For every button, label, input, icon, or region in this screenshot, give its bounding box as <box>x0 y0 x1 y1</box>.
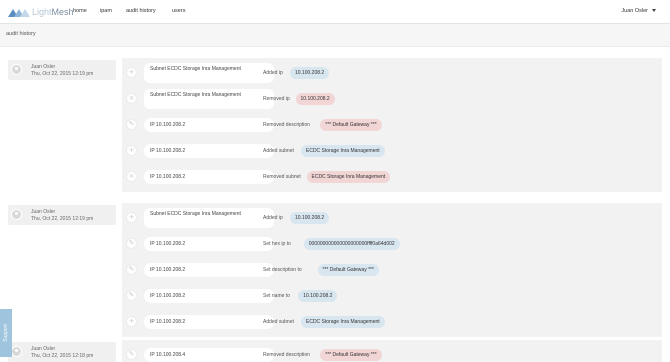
entry-value-badge: ECDC Storage Inra Management <box>301 145 385 157</box>
entry-action: Removed ip <box>263 96 290 102</box>
caret-down-icon <box>652 9 656 13</box>
audit-entry: × IP 10.100.208.2 Removed subnet ECDC Stora… <box>122 164 662 190</box>
user-name: Juan Osler <box>31 64 56 70</box>
user-card: Juan Osler Thu, Oct 22, 2015 12:19 pm <box>8 205 116 225</box>
user-menu[interactable]: Juan Osler <box>621 8 656 14</box>
avatar-icon <box>11 209 22 220</box>
audit-entry: ✎ IP 10.100.208.2 Set name to 10.100.208.2 <box>122 283 662 309</box>
pencil-icon: ✎ <box>126 264 137 275</box>
nav-users[interactable]: users <box>172 8 185 14</box>
timestamp: Thu, Oct 22, 2015 12:18 pm <box>31 353 94 359</box>
audit-entry: + Subnet ECDC Storage Inra Management Adde… <box>122 60 662 86</box>
audit-entry: + Subnet ECDC Storage Inra Management Adde… <box>122 205 662 231</box>
timestamp: Thu, Oct 22, 2015 12:19 pm <box>31 71 94 77</box>
entry-object[interactable]: IP 10.100.208.4 <box>144 348 274 362</box>
entry-object[interactable]: IP 10.100.208.2 <box>144 289 274 303</box>
timestamp: Thu, Oct 22, 2015 12:19 pm <box>31 216 94 222</box>
plus-icon: + <box>126 316 137 327</box>
audit-entry: ✎ IP 10.100.208.2 Set description to *** De… <box>122 257 662 283</box>
entry-object[interactable]: IP 10.100.208.2 <box>144 237 274 251</box>
audit-group: Juan Osler Thu, Oct 22, 2015 12:19 pm + Sub… <box>0 203 670 337</box>
entry-action: Set name to <box>263 293 290 299</box>
pencil-icon: ✎ <box>126 290 137 301</box>
entry-object[interactable]: IP 10.100.208.2 <box>144 263 274 277</box>
audit-entry: ✎ IP 10.100.208.2 Set hex ip to 00000000000… <box>122 231 662 257</box>
entry-value-badge: 10.100.208.2 <box>298 290 338 302</box>
user-card: Juan Osler Thu, Oct 22, 2015 12:18 pm <box>8 342 116 362</box>
entry-list: + Subnet ECDC Storage Inra Management Adde… <box>122 203 662 337</box>
entry-value-badge: 10.100.208.2 <box>290 212 330 224</box>
entry-action: Set hex ip to <box>263 241 291 247</box>
audit-entry: ✎ IP 10.100.208.4 Removed description *** D… <box>122 342 662 362</box>
entry-value-badge: ECDC Storage Inra Management <box>301 316 385 328</box>
entry-object[interactable]: Subnet ECDC Storage Inra Management <box>144 208 274 228</box>
audit-group: Juan Osler Thu, Oct 22, 2015 12:19 pm + Sub… <box>0 58 670 192</box>
user-name: Juan Osler <box>31 346 56 352</box>
support-label: Support <box>3 324 9 342</box>
entry-value-badge: 10.100.208.2 <box>290 67 330 79</box>
audit-entry: ✎ IP 10.100.208.2 Removed description *** D… <box>122 112 662 138</box>
user-name: Juan Osler <box>31 209 56 215</box>
entry-object[interactable]: IP 10.100.208.2 <box>144 144 274 158</box>
entry-object[interactable]: IP 10.100.208.2 <box>144 118 274 132</box>
entry-value-badge: 000000000000000000000ffff0a64d002 <box>303 238 400 250</box>
pencil-icon: ✎ <box>126 119 137 130</box>
plus-icon: + <box>126 67 137 78</box>
times-icon: × <box>126 93 137 104</box>
plus-icon: + <box>126 212 137 223</box>
entry-action: Removed description <box>263 352 310 358</box>
support-tab[interactable]: Support <box>0 309 12 357</box>
entry-action: Added subnet <box>263 319 294 325</box>
audit-group: Juan Osler Thu, Oct 22, 2015 12:18 pm ✎ IP … <box>0 340 670 362</box>
user-menu-name: Juan Osler <box>621 8 648 14</box>
audit-entry: + IP 10.100.208.2 Added subnet ECDC Storage… <box>122 138 662 164</box>
entry-object[interactable]: Subnet ECDC Storage Inra Management <box>144 89 274 109</box>
entry-action: Removed subnet <box>263 174 301 180</box>
avatar-icon <box>11 346 22 357</box>
entry-value-badge: *** Default Gateway *** <box>320 119 382 131</box>
entry-value-badge: *** Default Gateway *** <box>317 264 379 276</box>
plus-icon: + <box>126 145 137 156</box>
avatar-icon <box>11 64 22 75</box>
logo-mark-icon <box>8 9 30 17</box>
audit-entry: + IP 10.100.208.2 Added subnet ECDC Storage… <box>122 309 662 335</box>
nav-home[interactable]: home <box>73 8 87 14</box>
entry-list: + Subnet ECDC Storage Inra Management Adde… <box>122 58 662 192</box>
nav-audit-history[interactable]: audit history <box>126 8 156 14</box>
top-navbar: LightMesh home ipam audit history users … <box>0 0 670 24</box>
entry-value-badge: 10.100.208.2 <box>295 93 335 105</box>
logo-text: LightMesh <box>32 7 74 17</box>
entry-value-badge: ECDC Storage Inra Management <box>306 171 391 183</box>
entry-action: Added ip <box>263 215 283 221</box>
entry-action: Added ip <box>263 70 283 76</box>
entry-action: Removed description <box>263 122 310 128</box>
page-title: audit history <box>6 31 36 37</box>
entry-object[interactable]: Subnet ECDC Storage Inra Management <box>144 63 274 83</box>
pencil-icon: ✎ <box>126 238 137 249</box>
user-card: Juan Osler Thu, Oct 22, 2015 12:19 pm <box>8 60 116 80</box>
page-header: audit history <box>0 24 670 47</box>
entry-action: Added subnet <box>263 148 294 154</box>
entry-value-badge: *** Default Gateway *** <box>320 349 382 361</box>
entry-object[interactable]: IP 10.100.208.2 <box>144 170 274 184</box>
lightmesh-logo[interactable]: LightMesh <box>8 6 74 18</box>
entry-list: ✎ IP 10.100.208.4 Removed description *** D… <box>122 340 662 362</box>
nav-ipam[interactable]: ipam <box>100 8 112 14</box>
pencil-icon: ✎ <box>126 349 137 360</box>
audit-entry: × Subnet ECDC Storage Inra Management Remo… <box>122 86 662 112</box>
times-icon: × <box>126 171 137 182</box>
entry-action: Set description to <box>263 267 302 273</box>
entry-object[interactable]: IP 10.100.208.2 <box>144 315 274 329</box>
